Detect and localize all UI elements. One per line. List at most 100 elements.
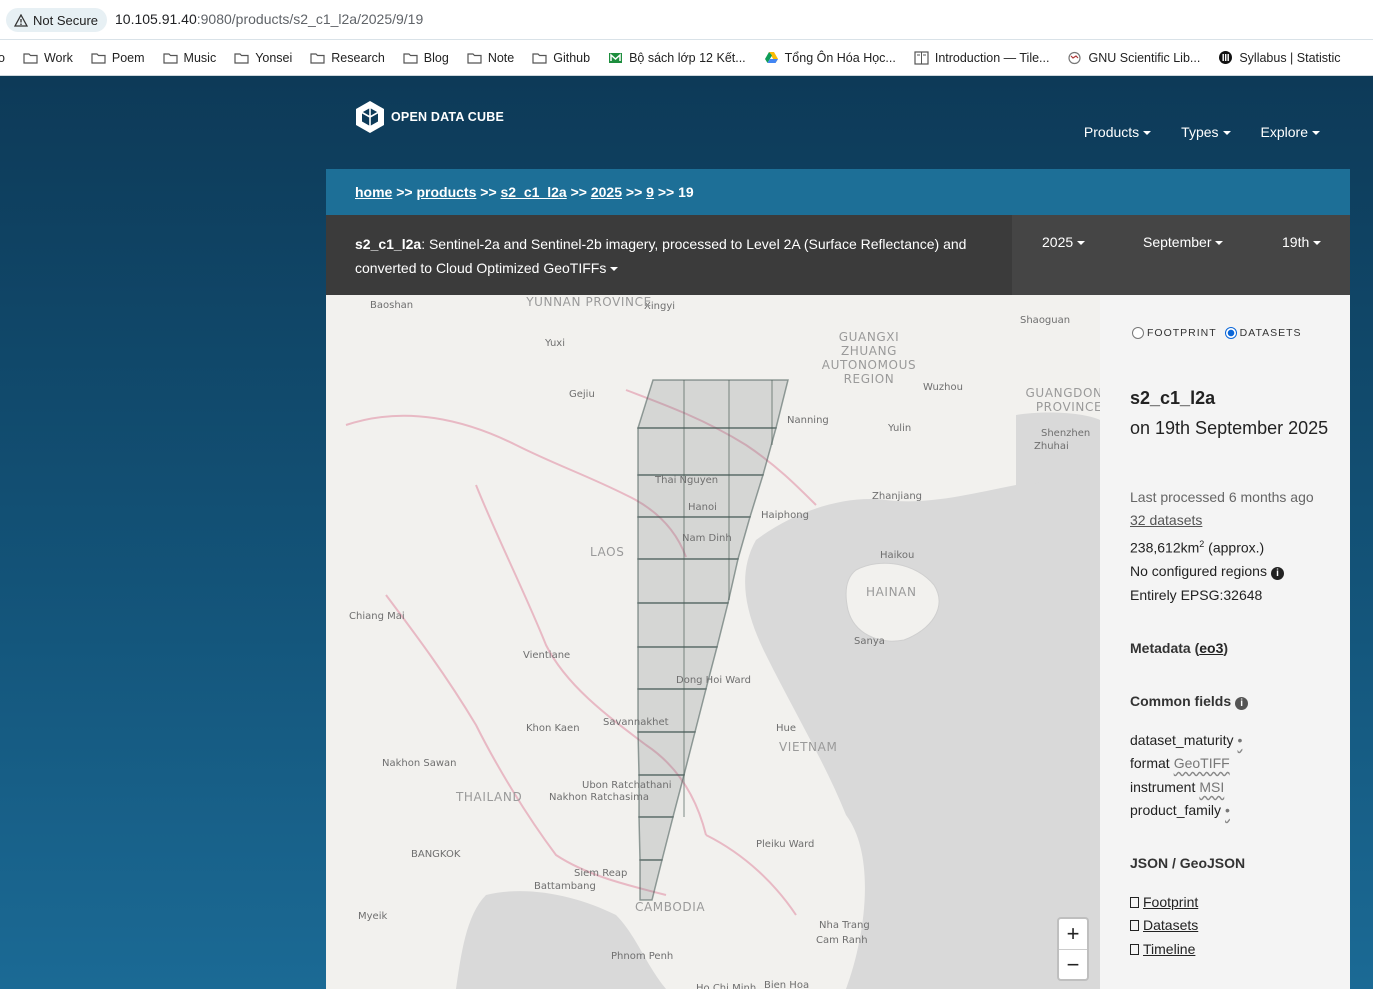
breadcrumb-separator: >>: [480, 184, 497, 200]
gnu-icon: [1067, 51, 1082, 65]
product-description[interactable]: s2_c1_l2a: Sentinel-2a and Sentinel-2b i…: [355, 232, 995, 280]
info-icon[interactable]: i: [1235, 697, 1249, 710]
bookmark-item[interactable]: GNU Scientific Lib...: [1067, 51, 1200, 65]
security-indicator[interactable]: Not Secure: [6, 8, 108, 32]
security-label: Not Secure: [33, 12, 99, 28]
bookmark-item[interactable]: Yonsei: [234, 51, 292, 65]
breadcrumb-products[interactable]: products: [416, 184, 476, 200]
breadcrumb-product[interactable]: s2_c1_l2a: [501, 184, 567, 200]
map-region-label: GUANGXI ZHUANG AUTONOMOUS REGION: [821, 330, 917, 386]
bookmark-item[interactable]: Syllabus | Statistic: [1218, 50, 1341, 65]
document-icon: [1130, 920, 1139, 931]
document-icon: [1130, 897, 1139, 908]
folder-icon: [23, 52, 38, 64]
map-place-label: Hue: [776, 723, 797, 734]
bookmark-item[interactable]: Blog: [403, 51, 449, 65]
bookmark-item[interactable]: Music: [162, 51, 216, 65]
product-name: s2_c1_l2a: [355, 236, 422, 252]
year-select[interactable]: 2025: [1042, 234, 1085, 250]
field-value: •: [1225, 802, 1230, 818]
map-place-label: Nakhon Ratchasima: [549, 792, 649, 803]
sidebar-product-name: s2_c1_l2a: [1130, 388, 1216, 408]
month-select[interactable]: September: [1143, 234, 1223, 250]
footprint-json-link[interactable]: Footprint: [1143, 894, 1198, 910]
bookmark-label: Introduction — Tile...: [934, 50, 1050, 65]
nav-types[interactable]: Types: [1181, 124, 1230, 140]
map-place-label: BANGKOK: [411, 849, 461, 860]
bookmark-label: GNU Scientific Lib...: [1088, 50, 1201, 65]
epsg-text: Entirely EPSG:32648: [1130, 587, 1263, 603]
logo-text: OPEN DATA CUBE: [391, 110, 504, 124]
breadcrumb-year[interactable]: 2025: [591, 184, 622, 200]
bookmark-label: Yonsei: [255, 50, 293, 65]
breadcrumb-separator: >>: [625, 184, 643, 200]
map-place-label: Nam Dinh: [682, 533, 732, 544]
content-area: Baoshan Xingyi Shaoguan Yuxi Gejiu Wuzhou Nann…: [326, 295, 1350, 989]
bookmark-item[interactable]: Introduction — Tile...: [914, 50, 1050, 65]
map-place-label: Chiang Mai: [349, 611, 405, 622]
map-base: [345, 379, 1100, 989]
field-key: product_family: [1130, 802, 1222, 818]
timeline-json-link[interactable]: Timeline: [1143, 941, 1195, 957]
bookmark-label: Note: [487, 50, 515, 65]
field-key: dataset_maturity: [1130, 732, 1234, 748]
zoom-in-button[interactable]: +: [1059, 919, 1087, 949]
bookmark-label: Blog: [423, 50, 449, 65]
common-field-row: format GeoTIFF: [1130, 755, 1230, 771]
info-icon[interactable]: i: [1270, 567, 1284, 580]
url-path: :9080/products/s2_c1_l2a/2025/9/19: [196, 11, 424, 27]
common-field-row: dataset_maturity •: [1130, 732, 1242, 748]
field-value: GeoTIFF: [1173, 755, 1230, 771]
datasets-count-link[interactable]: 32 datasets: [1130, 512, 1202, 528]
bookmark-item[interactable]: Tổng Ôn Hóa Học...: [764, 51, 896, 65]
field-value: •: [1237, 732, 1243, 748]
radio-footprint[interactable]: FOOTPRINT: [1132, 327, 1217, 339]
folder-icon: [234, 52, 249, 64]
day-select[interactable]: 19th: [1282, 234, 1321, 250]
zoom-out-button[interactable]: −: [1059, 949, 1087, 979]
map-region-label: CAMBODIA: [635, 900, 706, 914]
bookmark-item[interactable]: o: [0, 51, 5, 65]
metadata-type-link[interactable]: eo3: [1199, 640, 1223, 656]
radio-datasets[interactable]: DATASETS: [1224, 327, 1302, 339]
radio-datasets-dot[interactable]: [1224, 327, 1237, 339]
nav-products[interactable]: Products: [1084, 124, 1151, 140]
bookmark-item[interactable]: Github: [532, 51, 590, 65]
radio-footprint-dot[interactable]: [1132, 327, 1144, 339]
document-icon: [1130, 944, 1139, 955]
bookmark-item[interactable]: Bộ sách lớp 12 Kết...: [608, 51, 746, 65]
map-place-label: Zhuhai: [1034, 441, 1069, 452]
map-place-label: Dong Hoi Ward: [676, 675, 751, 686]
display-mode-radios: FOOTPRINT DATASETS: [1132, 327, 1302, 339]
product-description-text: : Sentinel-2a and Sentinel-2b imagery, p…: [355, 236, 967, 276]
folder-icon: [162, 52, 178, 64]
map-place-label: Savannakhet: [603, 717, 669, 728]
breadcrumb-month[interactable]: 9: [646, 184, 654, 200]
map-region-label: GUANGDONG PROVINCE: [1025, 386, 1100, 414]
bookmark-item[interactable]: Poem: [91, 51, 145, 65]
radio-footprint-label: FOOTPRINT: [1147, 327, 1217, 339]
url-field[interactable]: 10.105.91.40:9080/products/s2_c1_l2a/202…: [115, 11, 423, 27]
breadcrumb-home[interactable]: home: [355, 184, 392, 200]
field-key: format: [1130, 755, 1170, 771]
map[interactable]: Baoshan Xingyi Shaoguan Yuxi Gejiu Wuzhou Nann…: [326, 295, 1100, 989]
breadcrumb: home >> products >> s2_c1_l2a >> 2025 >>…: [326, 169, 1350, 215]
folder-icon: [467, 52, 482, 64]
map-place-label: Battambang: [534, 881, 596, 892]
map-place-label: Shenzhen: [1041, 428, 1091, 439]
map-place-label: Pleiku Ward: [756, 839, 815, 850]
datasets-json-link[interactable]: Datasets: [1143, 917, 1198, 933]
bookmark-item[interactable]: Research: [310, 51, 385, 65]
map-place-label: Wuzhou: [923, 382, 963, 393]
map-place-label: Khon Kaen: [526, 723, 580, 734]
nav-explore[interactable]: Explore: [1261, 124, 1320, 140]
site-logo[interactable]: OPEN DATA CUBE: [355, 100, 504, 134]
map-place-label: Yulin: [888, 423, 912, 434]
bookmark-item[interactable]: Work: [23, 51, 73, 65]
bookmark-item[interactable]: Note: [467, 51, 514, 65]
breadcrumb-separator: >>: [396, 184, 413, 200]
url-host: 10.105.91.40: [115, 11, 197, 27]
breadcrumb-current: 19: [678, 184, 694, 200]
json-heading: JSON / GeoJSON: [1130, 855, 1246, 871]
bookmark-label: Github: [553, 50, 591, 65]
